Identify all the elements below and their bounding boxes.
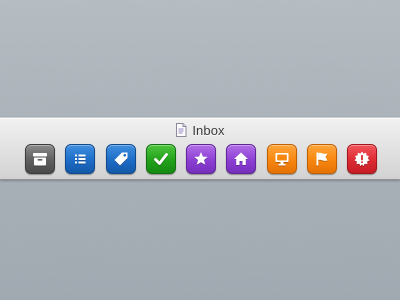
monitor-button[interactable] [266, 144, 297, 174]
tag-icon [114, 152, 127, 166]
alert-badge-icon [354, 151, 370, 167]
flag-icon [316, 152, 328, 166]
list-icon [75, 154, 86, 164]
list-button[interactable] [65, 144, 96, 174]
checkmark-icon [153, 153, 168, 165]
archive-button[interactable] [25, 144, 55, 174]
mark-done-button[interactable] [145, 144, 176, 174]
tag-button[interactable] [105, 144, 136, 174]
home-button[interactable] [226, 144, 257, 174]
star-icon [194, 152, 208, 165]
monitor-icon [275, 153, 288, 166]
document-icon [176, 123, 187, 137]
toolbar-title: Inbox [192, 122, 225, 138]
star-button[interactable] [186, 144, 216, 174]
archive-box-icon [33, 153, 47, 166]
toolbar-button-row [25, 144, 377, 174]
inbox-toolbar: Inbox [0, 117, 400, 180]
flag-button[interactable] [306, 144, 337, 174]
alert-button[interactable] [347, 144, 377, 174]
toolbar-title-row: Inbox [0, 122, 400, 138]
home-icon [234, 152, 249, 165]
